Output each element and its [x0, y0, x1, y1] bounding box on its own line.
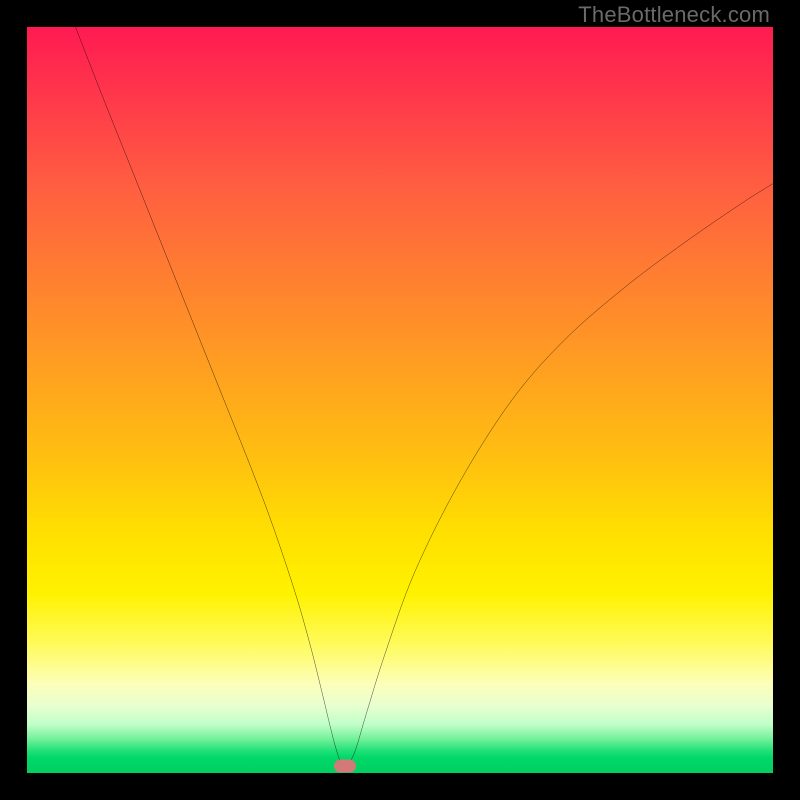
curve-svg	[27, 27, 773, 773]
plot-area	[27, 27, 773, 773]
bottleneck-curve-line	[75, 27, 773, 766]
optimal-point-marker	[334, 760, 356, 773]
watermark-text: TheBottleneck.com	[578, 2, 770, 28]
chart-frame: TheBottleneck.com	[0, 0, 800, 800]
